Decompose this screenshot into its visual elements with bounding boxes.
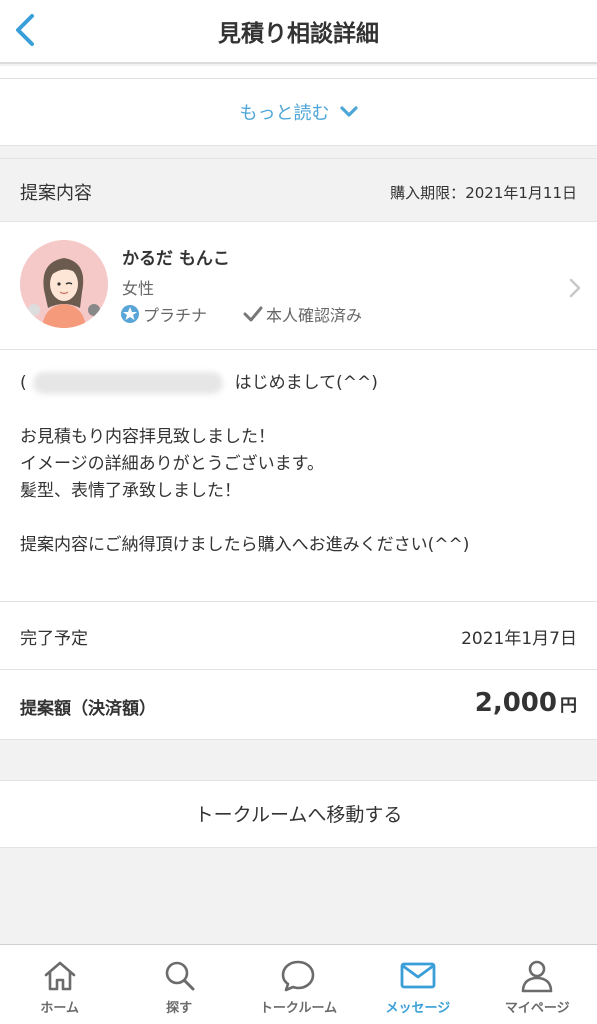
verification-badge: 本人確認済み: [243, 302, 362, 326]
price-row: 提案額（決済額） 2,000 円: [0, 670, 597, 740]
verification-label: 本人確認済み: [266, 306, 363, 325]
checkmark-icon: [243, 306, 263, 322]
avatar: [20, 240, 108, 328]
message-line: お見積もり内容拝見致しました！: [20, 427, 275, 447]
chevron-down-icon: [339, 106, 358, 117]
tab-search[interactable]: 探す: [119, 945, 238, 1024]
completion-date: 2021年1月7日: [461, 629, 577, 649]
home-icon: [44, 961, 75, 991]
message-line: 提案内容にご納得頂けましたら購入へお進みください(^^): [20, 535, 470, 555]
seller-badges: プラチナ 本人確認済み: [120, 302, 398, 326]
completion-row: 完了予定 2021年1月7日: [0, 602, 597, 670]
read-more-label: もっと読む: [239, 103, 330, 124]
tab-label: 探す: [166, 1001, 193, 1016]
navigation-bar: 見積り相談詳細: [0, 0, 597, 64]
rank-label: プラチナ: [143, 306, 208, 325]
rank-badge: プラチナ: [120, 302, 207, 326]
tab-talkroom[interactable]: トークルーム: [239, 945, 358, 1024]
seller-gender: 女性: [122, 279, 155, 298]
price-label: 提案額（決済額）: [20, 699, 156, 719]
completion-label: 完了予定: [20, 629, 88, 649]
seller-profile-row[interactable]: かるだ もんこ 女性 プラチナ 本人確認済み: [0, 222, 597, 350]
search-icon: [165, 961, 195, 991]
tab-messages[interactable]: メッセージ: [358, 945, 477, 1024]
mail-icon: [400, 962, 436, 989]
proposal-message: (はじめまして(^^) お見積もり内容拝見致しました！ イメージの詳細ありがとう…: [0, 350, 597, 602]
tab-label: ホーム: [40, 1001, 79, 1016]
purchase-deadline: 購入期限：2021年1月11日: [390, 182, 577, 203]
deadline-label: 購入期限：: [390, 184, 466, 202]
tab-label: マイページ: [504, 1001, 570, 1016]
tab-label: メッセージ: [385, 1001, 451, 1016]
read-more-button[interactable]: もっと読む: [0, 78, 597, 146]
platinum-rank-icon: [121, 305, 139, 323]
message-line: イメージの詳細ありがとうございます。: [20, 454, 324, 474]
proposal-section-label: 提案内容: [20, 183, 92, 204]
deadline-value: 2021年1月11日: [465, 184, 577, 202]
tab-mypage[interactable]: マイページ: [478, 945, 597, 1024]
proposal-section-header: 提案内容 購入期限：2021年1月11日: [0, 158, 597, 222]
previous-content-edge: [0, 66, 597, 78]
message-line: [20, 505, 577, 532]
message-line: 髪型、表情了承致しました！: [20, 481, 241, 501]
message-line: [20, 397, 577, 424]
go-to-talkroom-button[interactable]: トークルームへ移動する: [0, 780, 597, 848]
seller-name: かるだ もんこ: [122, 249, 230, 269]
tab-home[interactable]: ホーム: [0, 945, 119, 1024]
person-icon: [521, 960, 553, 993]
price-unit: 円: [560, 696, 577, 716]
chat-bubble-icon: [282, 960, 315, 992]
price-value: 2,000 円: [475, 688, 577, 718]
chevron-right-icon: [569, 278, 581, 298]
message-line: (はじめまして(^^): [20, 372, 378, 394]
tab-label: トークルーム: [259, 1001, 338, 1016]
price-amount: 2,000: [474, 688, 557, 718]
tab-bar: ホーム 探す トークルーム メッセージ マイページ: [0, 944, 597, 1024]
page-title: 見積り相談詳細: [218, 21, 379, 47]
blurred-username: [32, 372, 223, 394]
